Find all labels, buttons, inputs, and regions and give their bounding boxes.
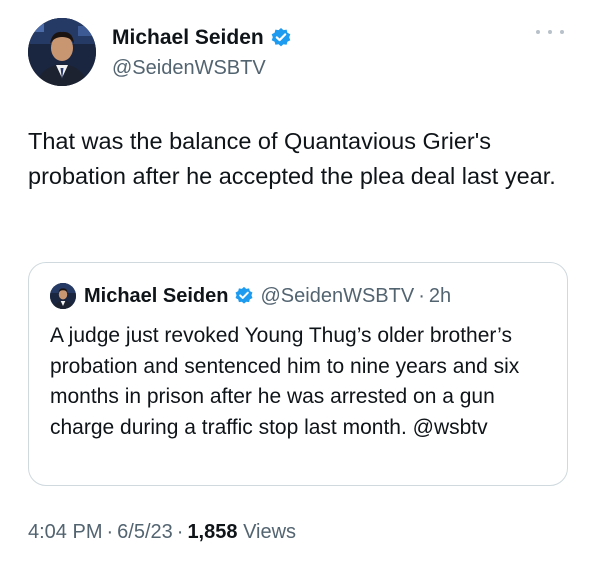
quoted-tweet-text: A judge just revoked Young Thug’s older … <box>50 324 520 439</box>
more-dot <box>560 30 564 34</box>
quoted-tweet-header: Michael Seiden @SeidenWSBTV · 2h <box>50 283 451 309</box>
author-info: Michael Seiden @SeidenWSBTV <box>112 25 292 81</box>
quoted-author-display-name: Michael Seiden <box>84 284 229 307</box>
author-handle[interactable]: @SeidenWSBTV <box>112 55 292 81</box>
tweet: Michael Seiden @SeidenWSBTV That was the… <box>0 0 595 563</box>
verified-badge-icon[interactable] <box>270 27 292 49</box>
meta-separator: · <box>106 521 114 543</box>
views-label: Views <box>243 521 297 543</box>
quoted-timestamp: 2h <box>428 284 452 307</box>
more-dot <box>536 30 540 34</box>
tweet-meta: 4:04 PM · 6/5/23 · 1,858 Views <box>28 521 296 544</box>
author-avatar[interactable] <box>28 18 96 86</box>
quoted-author-handle: @SeidenWSBTV <box>260 284 415 307</box>
quoted-tweet[interactable]: Michael Seiden @SeidenWSBTV · 2h A judge… <box>28 262 568 486</box>
verified-badge-icon <box>234 286 254 306</box>
views-count: 1,858 <box>187 521 238 543</box>
quoted-separator: · <box>418 284 425 307</box>
quoted-author-avatar <box>50 283 76 309</box>
more-dot <box>548 30 552 34</box>
author-display-name[interactable]: Michael Seiden <box>112 25 264 51</box>
more-dots-icon[interactable] <box>536 22 564 42</box>
tweet-date[interactable]: 6/5/23 <box>117 521 173 543</box>
author-name-row: Michael Seiden <box>112 25 292 51</box>
tweet-header: Michael Seiden @SeidenWSBTV <box>28 18 568 88</box>
tweet-time[interactable]: 4:04 PM <box>28 521 102 543</box>
tweet-text: That was the balance of Quantavious Grie… <box>28 128 556 189</box>
meta-separator: · <box>176 521 184 543</box>
